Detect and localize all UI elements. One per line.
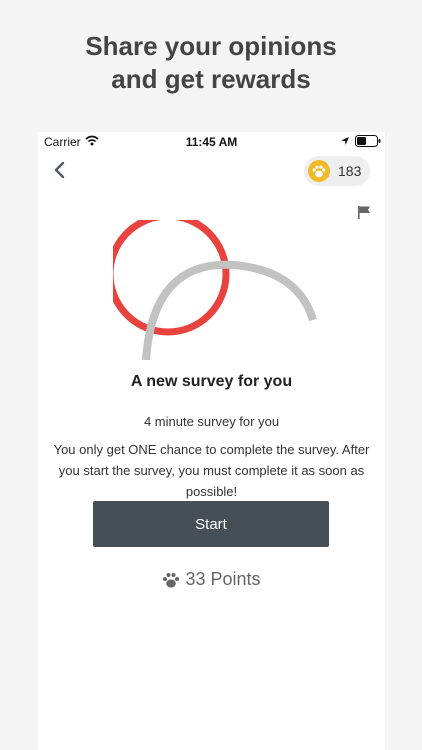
red-ring bbox=[113, 220, 230, 336]
survey-illustration bbox=[113, 220, 317, 360]
reward-points-label: 33 Points bbox=[185, 569, 261, 589]
survey-title: A new survey for you bbox=[130, 373, 293, 390]
promo-headline: Share your opinions and get rewards bbox=[0, 30, 422, 96]
paw-badge bbox=[308, 160, 330, 182]
headline-line-1: Share your opinions bbox=[85, 31, 337, 61]
clock: 11:45 AM bbox=[185, 135, 238, 149]
survey-duration: 4 minute survey for you bbox=[143, 414, 280, 429]
start-button[interactable]: Start bbox=[93, 501, 329, 547]
flag-icon[interactable] bbox=[357, 205, 371, 219]
battery-icon bbox=[355, 135, 381, 147]
survey-warning: You only get ONE chance to complete the … bbox=[53, 442, 370, 499]
location-icon bbox=[341, 137, 349, 145]
back-chevron-icon bbox=[54, 161, 65, 179]
status-bar: Carrier 11:45 AM bbox=[38, 132, 385, 152]
paw-icon bbox=[163, 572, 180, 587]
phone-screen: Carrier 11:45 AM 183 A new survey for yo… bbox=[38, 132, 385, 750]
points-balance-value: 183 bbox=[338, 163, 362, 179]
grey-arc bbox=[142, 260, 317, 360]
nav-bar: 183 bbox=[38, 152, 385, 196]
reward-points: 33 Points bbox=[38, 569, 385, 590]
headline-line-2: and get rewards bbox=[111, 64, 311, 94]
points-balance-pill[interactable]: 183 bbox=[304, 156, 370, 186]
paw-icon bbox=[312, 165, 326, 178]
back-button[interactable] bbox=[48, 159, 70, 181]
